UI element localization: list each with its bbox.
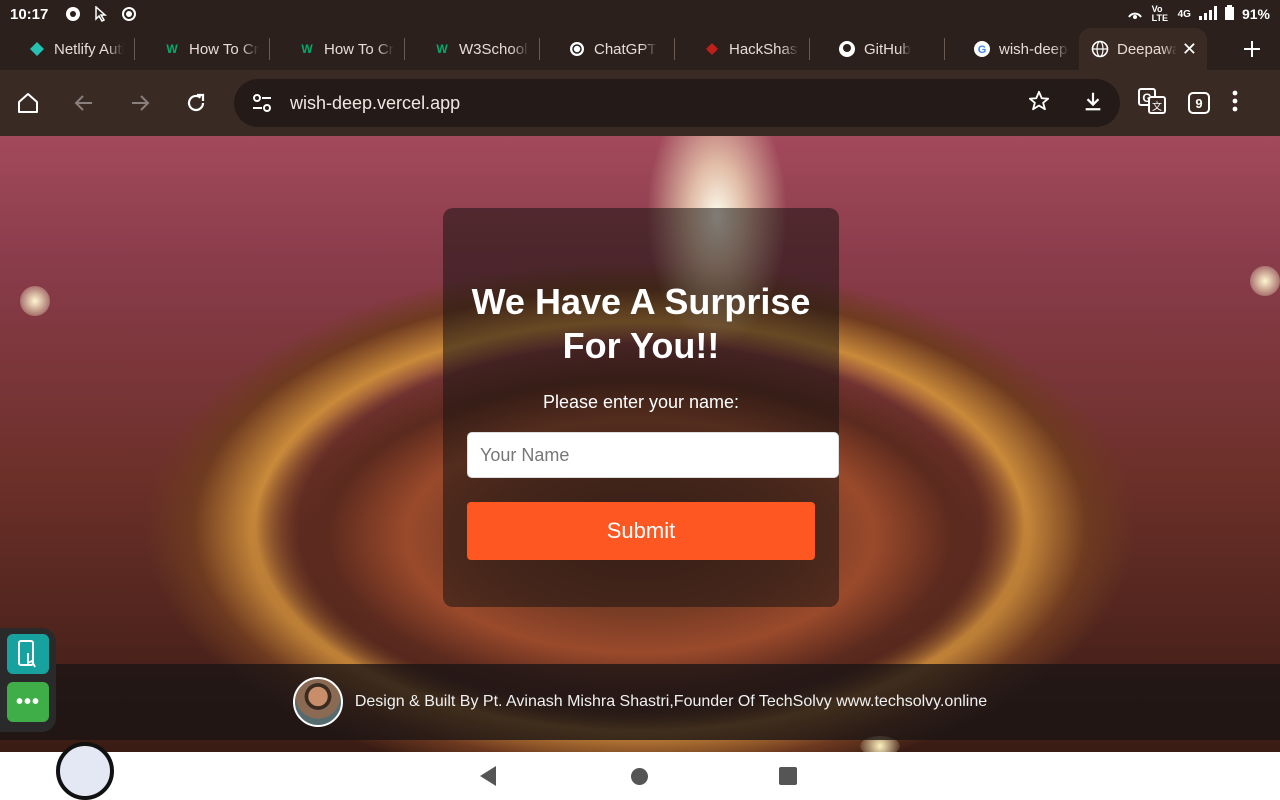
address-bar[interactable]: wish-deep.vercel.app bbox=[234, 79, 1120, 127]
tab-github[interactable]: GitHub bbox=[810, 32, 944, 66]
site-settings-icon bbox=[253, 94, 271, 112]
page-heading: We Have A Surprise For You!! bbox=[471, 281, 811, 366]
tab-hackshastra[interactable]: HackShastra bbox=[675, 32, 809, 66]
name-prompt: Please enter your name: bbox=[542, 392, 740, 412]
author-avatar bbox=[292, 677, 343, 727]
tab-switcher-button[interactable]: 9 bbox=[1188, 92, 1210, 114]
tab-label: Deepawali bbox=[1117, 40, 1177, 58]
tab-deepawali[interactable]: Deepawali ✕ bbox=[1079, 28, 1207, 70]
volte-label: Vo LTE bbox=[1151, 4, 1168, 23]
more-menu-icon[interactable] bbox=[1232, 90, 1238, 117]
reload-button[interactable] bbox=[178, 85, 214, 121]
back-arrow-icon bbox=[74, 95, 92, 111]
globe-icon bbox=[1091, 40, 1109, 58]
google-icon: G bbox=[973, 40, 991, 58]
network-type: 4G bbox=[1177, 8, 1191, 20]
tab-how-to-create-1[interactable]: W How To Create bbox=[135, 32, 269, 66]
tab-w3schools[interactable]: W W3Schools bbox=[405, 32, 539, 66]
tab-label: wish-deep.vercel bbox=[999, 40, 1069, 58]
github-icon bbox=[838, 40, 856, 58]
home-icon bbox=[18, 93, 38, 113]
tab-label: ChatGPT bbox=[594, 40, 657, 58]
new-tab-button[interactable] bbox=[1240, 37, 1264, 61]
status-bar: 10:17 Vo LTE 4G 91% bbox=[0, 0, 1280, 28]
plus-icon bbox=[1244, 41, 1260, 57]
submit-button[interactable]: Submit bbox=[467, 502, 815, 560]
translate-icon[interactable]: G文 bbox=[1138, 87, 1166, 119]
diya-glow bbox=[20, 286, 50, 316]
tab-how-to-create-2[interactable]: W How To Create bbox=[270, 32, 404, 66]
close-tab-icon[interactable]: ✕ bbox=[1182, 39, 1197, 60]
nav-back-icon[interactable] bbox=[480, 766, 496, 786]
tab-label: W3Schools bbox=[459, 40, 529, 58]
tab-netlify[interactable]: Netlify Auth bbox=[0, 32, 134, 66]
tab-label: How To Create bbox=[189, 40, 259, 58]
browser-toolbar: wish-deep.vercel.app G文 9 bbox=[0, 70, 1280, 136]
nav-home-icon[interactable] bbox=[631, 768, 648, 785]
tab-label: How To Create bbox=[324, 40, 394, 58]
forward-arrow-icon bbox=[132, 95, 150, 111]
phone-touch-icon bbox=[18, 640, 36, 668]
w-icon: W bbox=[301, 42, 313, 56]
more-options-button[interactable]: ••• bbox=[7, 682, 49, 722]
diya-glow bbox=[1250, 266, 1280, 296]
back-button[interactable] bbox=[66, 85, 102, 121]
tab-label: GitHub bbox=[864, 40, 911, 58]
floating-side-widget: ••• bbox=[0, 628, 56, 732]
surprise-card: We Have A Surprise For You!! Please ente… bbox=[443, 208, 839, 607]
system-nav-bar bbox=[0, 742, 1280, 800]
hotspot-icon bbox=[1126, 5, 1144, 24]
footer: Design & Built By Pt. Avinash Mishra Sha… bbox=[0, 664, 1280, 740]
status-time: 10:17 bbox=[10, 5, 49, 23]
nav-recents-icon[interactable] bbox=[779, 767, 797, 785]
reload-icon bbox=[187, 93, 205, 112]
chatgpt-icon bbox=[568, 40, 586, 58]
name-input[interactable] bbox=[467, 432, 839, 478]
tab-label: Netlify Auth bbox=[54, 40, 124, 58]
sync-icon bbox=[120, 5, 138, 23]
url-text[interactable]: wish-deep.vercel.app bbox=[290, 93, 460, 114]
bookmark-star-icon[interactable] bbox=[1028, 90, 1050, 117]
svg-text:文: 文 bbox=[1152, 100, 1162, 113]
tab-wish-deep[interactable]: G wish-deep.vercel bbox=[945, 32, 1079, 66]
tab-chatgpt[interactable]: ChatGPT bbox=[540, 32, 674, 66]
netlify-icon bbox=[28, 40, 46, 58]
w-icon: W bbox=[166, 42, 178, 56]
download-icon[interactable] bbox=[1082, 90, 1104, 117]
cursor-icon bbox=[92, 5, 110, 23]
hackshastra-icon bbox=[703, 40, 721, 58]
w-icon: W bbox=[436, 42, 448, 56]
tab-label: HackShastra bbox=[729, 40, 799, 58]
home-button[interactable] bbox=[10, 85, 46, 121]
svg-text:G: G bbox=[978, 44, 987, 56]
battery-level: 91% bbox=[1241, 6, 1270, 22]
assistant-bubble-icon[interactable] bbox=[56, 742, 114, 800]
forward-button[interactable] bbox=[122, 85, 158, 121]
signal-icon bbox=[1198, 5, 1217, 23]
phone-touch-button[interactable] bbox=[7, 634, 49, 674]
notification-icon bbox=[64, 5, 82, 23]
tab-strip: Netlify Auth W How To Create W How To Cr… bbox=[0, 28, 1280, 70]
footer-credit: Design & Built By Pt. Avinash Mishra Sha… bbox=[354, 693, 988, 710]
battery-icon bbox=[1224, 5, 1234, 23]
web-page: We Have A Surprise For You!! Please ente… bbox=[0, 136, 1280, 752]
